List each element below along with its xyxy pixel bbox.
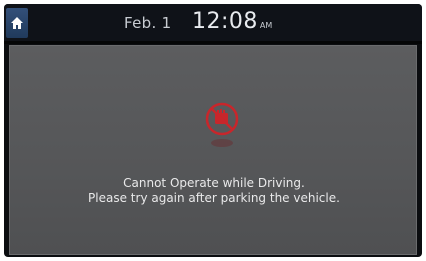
home-button[interactable] [6, 8, 28, 38]
status-divider [4, 41, 422, 44]
time-display: 12:08 [192, 9, 258, 34]
home-icon [11, 17, 23, 29]
clock: 12:08 AM [192, 9, 272, 34]
date-display: Feb. 1 [124, 14, 172, 32]
restriction-message: Cannot Operate while Driving. Please try… [10, 176, 418, 206]
restriction-message-line-2: Please try again after parking the vehic… [88, 191, 340, 205]
driving-restriction-panel: Cannot Operate while Driving. Please try… [9, 45, 417, 255]
no-operation-while-driving-icon [205, 102, 239, 147]
ampm-indicator: AM [259, 21, 273, 30]
head-unit-screen: Feb. 1 12:08 AM Cannot Operate while Dri… [4, 4, 422, 257]
status-bar: Feb. 1 12:08 AM [4, 4, 422, 41]
restriction-message-line-1: Cannot Operate while Driving. [123, 176, 305, 190]
